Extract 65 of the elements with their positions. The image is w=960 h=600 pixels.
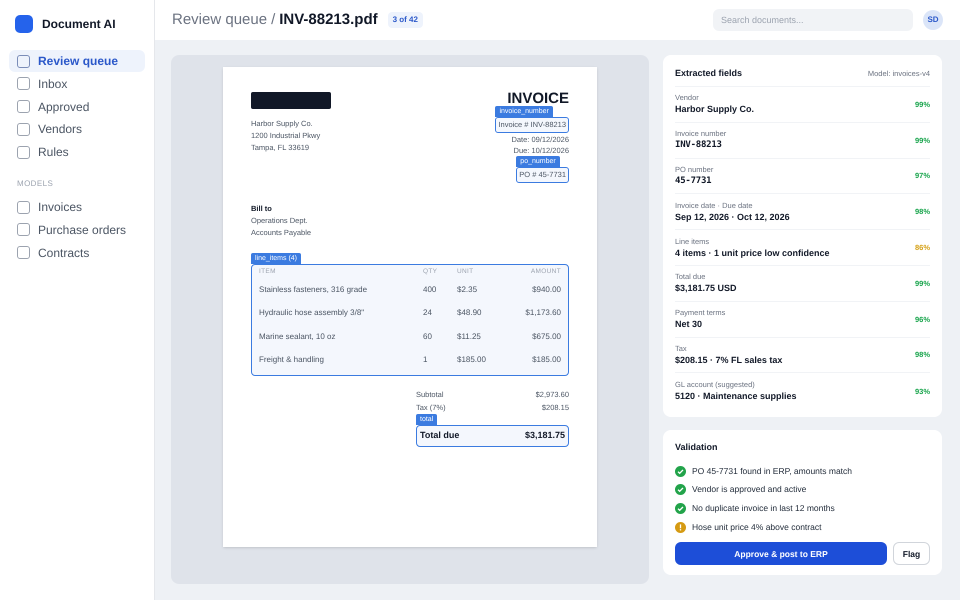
table-cell-text: $185.00 (531, 354, 561, 366)
invoice-title: INVOICE (507, 92, 569, 106)
field-value: Harbor Supply Co. (675, 103, 754, 116)
table-cell-text: 60 (423, 330, 433, 343)
square-icon (17, 77, 30, 90)
table-cell-text: $1,173.60 (524, 307, 561, 320)
table-cell-text: 1 (423, 354, 428, 366)
sidebar-item[interactable]: Vendors (9, 118, 145, 140)
check-circle-icon (675, 502, 686, 514)
field-value: 5120 · Maintenance supplies (675, 390, 797, 404)
sidebar-item[interactable]: Inbox (9, 72, 145, 95)
flag-button[interactable]: Flag (893, 542, 930, 566)
check-circle-icon (675, 484, 686, 496)
table-cell-text: $940.00 (531, 284, 561, 296)
section-title: MODELS (16, 178, 54, 190)
sidebar-item[interactable]: Purchase orders (9, 218, 145, 241)
validation-message: No duplicate invoice in last 12 months (692, 502, 835, 515)
breadcrumb-link[interactable]: Review queue (172, 8, 268, 32)
app-name: Document AI (42, 16, 116, 33)
table-cell-text: Hydraulic hose assembly 3/8" (259, 307, 366, 320)
sidebar-item[interactable]: Approved (9, 96, 145, 118)
sidebar-item[interactable]: Review queue (9, 50, 145, 72)
user-avatar[interactable]: SD (923, 10, 943, 30)
square-icon (17, 223, 30, 236)
alert-circle-icon (675, 522, 686, 533)
square-icon (17, 122, 30, 136)
square-icon (17, 146, 30, 159)
table-cell-text: Stainless fasteners, 316 grade (259, 284, 368, 296)
field-value: Sep 12, 2026 · Oct 12, 2026 (675, 210, 790, 224)
table-cell-text: $675.00 (531, 330, 561, 343)
sidebar-item[interactable]: Rules (9, 141, 145, 164)
field-value: 4 items · 1 unit price low confidence (675, 246, 830, 260)
table-cell-text: $2.35 (457, 284, 478, 296)
table-cell-text: 24 (423, 307, 433, 320)
square-icon (17, 100, 30, 114)
check-circle-icon (675, 466, 686, 477)
square-icon (17, 200, 30, 214)
table-cell-text: 400 (423, 284, 438, 296)
validation-message: Vendor is approved and active (692, 483, 806, 496)
table-cell-text: $11.25 (457, 330, 482, 343)
field-value: Net 30 (675, 318, 704, 332)
total-value: $3,181.75 (524, 429, 565, 442)
file-name: INV-88213.pdf (279, 10, 378, 30)
field-value: INV-88213 (675, 139, 723, 152)
sidebar-item[interactable]: Invoices (9, 196, 145, 218)
position-badge: 3 of 42 (388, 12, 423, 28)
total-label: Total due (420, 429, 460, 442)
square-icon (17, 246, 30, 260)
table-cell-text: Freight & handling (259, 354, 325, 366)
square-icon (17, 54, 30, 68)
validation-message: Hose unit price 4% above contract (692, 520, 822, 534)
card-title: Validation (675, 441, 719, 454)
approve-button[interactable]: Approve & post to ERP (675, 542, 887, 566)
validation-message: PO 45-7731 found in ERP, amounts match (692, 464, 852, 478)
field-value: 45-7731 (675, 174, 712, 188)
field-value: $3,181.75 USD (675, 282, 737, 296)
sidebar-item[interactable]: Contracts (9, 242, 145, 264)
breadcrumb-separator: / (271, 10, 276, 30)
field-value: $208.15 · 7% FL sales tax (675, 354, 782, 367)
table-cell-text: $48.90 (457, 307, 482, 320)
app-logo-icon (15, 15, 33, 33)
table-cell-text: $185.00 (457, 354, 487, 366)
card-title: Extracted fields (675, 66, 742, 80)
search-field[interactable]: Search documents... (713, 9, 913, 31)
table-cell-text: Marine sealant, 10 oz (259, 330, 336, 343)
